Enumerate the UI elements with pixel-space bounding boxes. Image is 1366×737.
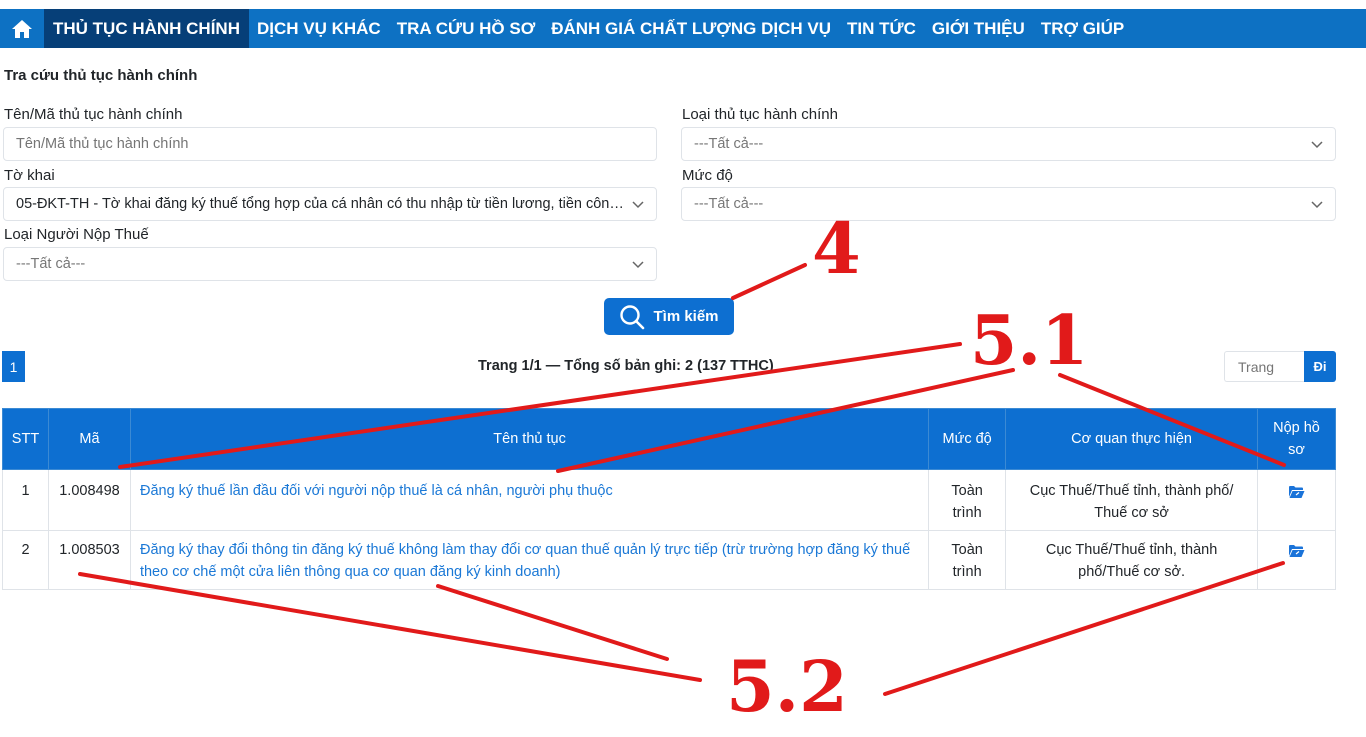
chevron-down-icon — [632, 261, 644, 269]
submit-cell — [1256, 530, 1337, 590]
table-header-row: STT Mã Tên thủ tục Mức độ Cơ quan thực h… — [2, 408, 1337, 470]
row-level: Toàn trình — [928, 530, 1007, 590]
table-row: 1 1.008498 Đăng ký thuế lần đầu đối với … — [2, 469, 1337, 531]
nav-item-dich-vu-khac[interactable]: DỊCH VỤ KHÁC — [249, 9, 389, 48]
row-stt: 1 — [2, 469, 49, 531]
annotation-label-5-2: 5.2 — [726, 645, 848, 728]
row-stt: 2 — [2, 530, 49, 590]
row-code: 1.008503 — [47, 530, 131, 590]
page-number-input[interactable] — [1224, 351, 1304, 382]
type-select-value: ---Tất cả--- — [694, 136, 764, 152]
annotation-line-5-2-b — [436, 584, 669, 661]
taxpayer-select-value: ---Tất cả--- — [16, 256, 86, 272]
level-field-label: Mức độ — [682, 167, 733, 184]
nav-item-tin-tuc[interactable]: TIN TỨC — [839, 9, 924, 48]
chevron-down-icon — [632, 201, 644, 209]
search-button[interactable]: Tìm kiếm — [604, 298, 734, 335]
pagination-page-1[interactable]: 1 — [2, 351, 25, 382]
row-code: 1.008498 — [47, 469, 131, 531]
level-select-value: ---Tất cả--- — [694, 196, 764, 212]
header-name: Tên thủ tục — [129, 408, 930, 470]
annotation-label-5-1: 5.1 — [970, 301, 1088, 381]
nav-item-gioi-thieu[interactable]: GIỚI THIỆU — [924, 9, 1033, 48]
folder-open-icon[interactable] — [1288, 543, 1305, 565]
header-code: Mã — [47, 408, 131, 470]
header-submit: Nộp hồ sơ — [1256, 408, 1337, 470]
home-icon[interactable] — [0, 9, 44, 48]
form-select[interactable]: 05-ĐKT-TH - Tờ khai đăng ký thuế tổng hợ… — [3, 187, 657, 221]
header-agency: Cơ quan thực hiện — [1005, 408, 1258, 470]
row-agency: Cục Thuế/Thuế tỉnh, thành phố/ Thuế cơ s… — [1005, 469, 1258, 531]
section-title: Tra cứu thủ tục hành chính — [4, 67, 198, 84]
form-field-label: Tờ khai — [4, 167, 55, 184]
procedure-link[interactable]: Đăng ký thuế lần đầu đối với người nộp t… — [129, 469, 930, 531]
name-search-input[interactable] — [3, 127, 657, 161]
search-button-label: Tìm kiếm — [653, 308, 719, 325]
type-field-label: Loại thủ tục hành chính — [682, 106, 838, 123]
submit-cell — [1256, 469, 1337, 531]
go-button[interactable]: Đi — [1304, 351, 1336, 382]
taxpayer-select[interactable]: ---Tất cả--- — [3, 247, 657, 281]
results-table: STT Mã Tên thủ tục Mức độ Cơ quan thực h… — [2, 408, 1337, 590]
header-stt: STT — [2, 408, 49, 470]
name-field-label: Tên/Mã thủ tục hành chính — [4, 106, 183, 123]
form-select-value: 05-ĐKT-TH - Tờ khai đăng ký thuế tổng hợ… — [16, 196, 624, 212]
pagination-info: Trang 1/1 — Tổng số bản ghi: 2 (137 TTHC… — [478, 358, 774, 374]
nav-item-thu-tuc-hanh-chinh[interactable]: THỦ TỤC HÀNH CHÍNH — [44, 9, 249, 48]
procedure-link[interactable]: Đăng ký thay đổi thông tin đăng ký thuế … — [129, 530, 930, 590]
search-icon — [620, 304, 645, 329]
level-select[interactable]: ---Tất cả--- — [681, 187, 1336, 221]
row-agency: Cục Thuế/Thuế tỉnh, thành phố/Thuế cơ sở… — [1005, 530, 1258, 590]
type-select[interactable]: ---Tất cả--- — [681, 127, 1336, 161]
header-level: Mức độ — [928, 408, 1007, 470]
table-row: 2 1.008503 Đăng ký thay đổi thông tin đă… — [2, 530, 1337, 590]
taxpayer-field-label: Loại Người Nộp Thuế — [4, 226, 149, 243]
chevron-down-icon — [1311, 141, 1323, 149]
chevron-down-icon — [1311, 201, 1323, 209]
nav-item-danh-gia[interactable]: ĐÁNH GIÁ CHẤT LƯỢNG DỊCH VỤ — [543, 9, 839, 48]
row-level: Toàn trình — [928, 469, 1007, 531]
main-navbar: THỦ TỤC HÀNH CHÍNH DỊCH VỤ KHÁC TRA CỨU … — [0, 9, 1366, 48]
folder-open-icon[interactable] — [1288, 484, 1305, 506]
annotation-arrow-4 — [731, 263, 807, 300]
nav-item-tra-cuu-ho-so[interactable]: TRA CỨU HỒ SƠ — [389, 9, 543, 48]
nav-item-tro-giup[interactable]: TRỢ GIÚP — [1033, 9, 1132, 48]
